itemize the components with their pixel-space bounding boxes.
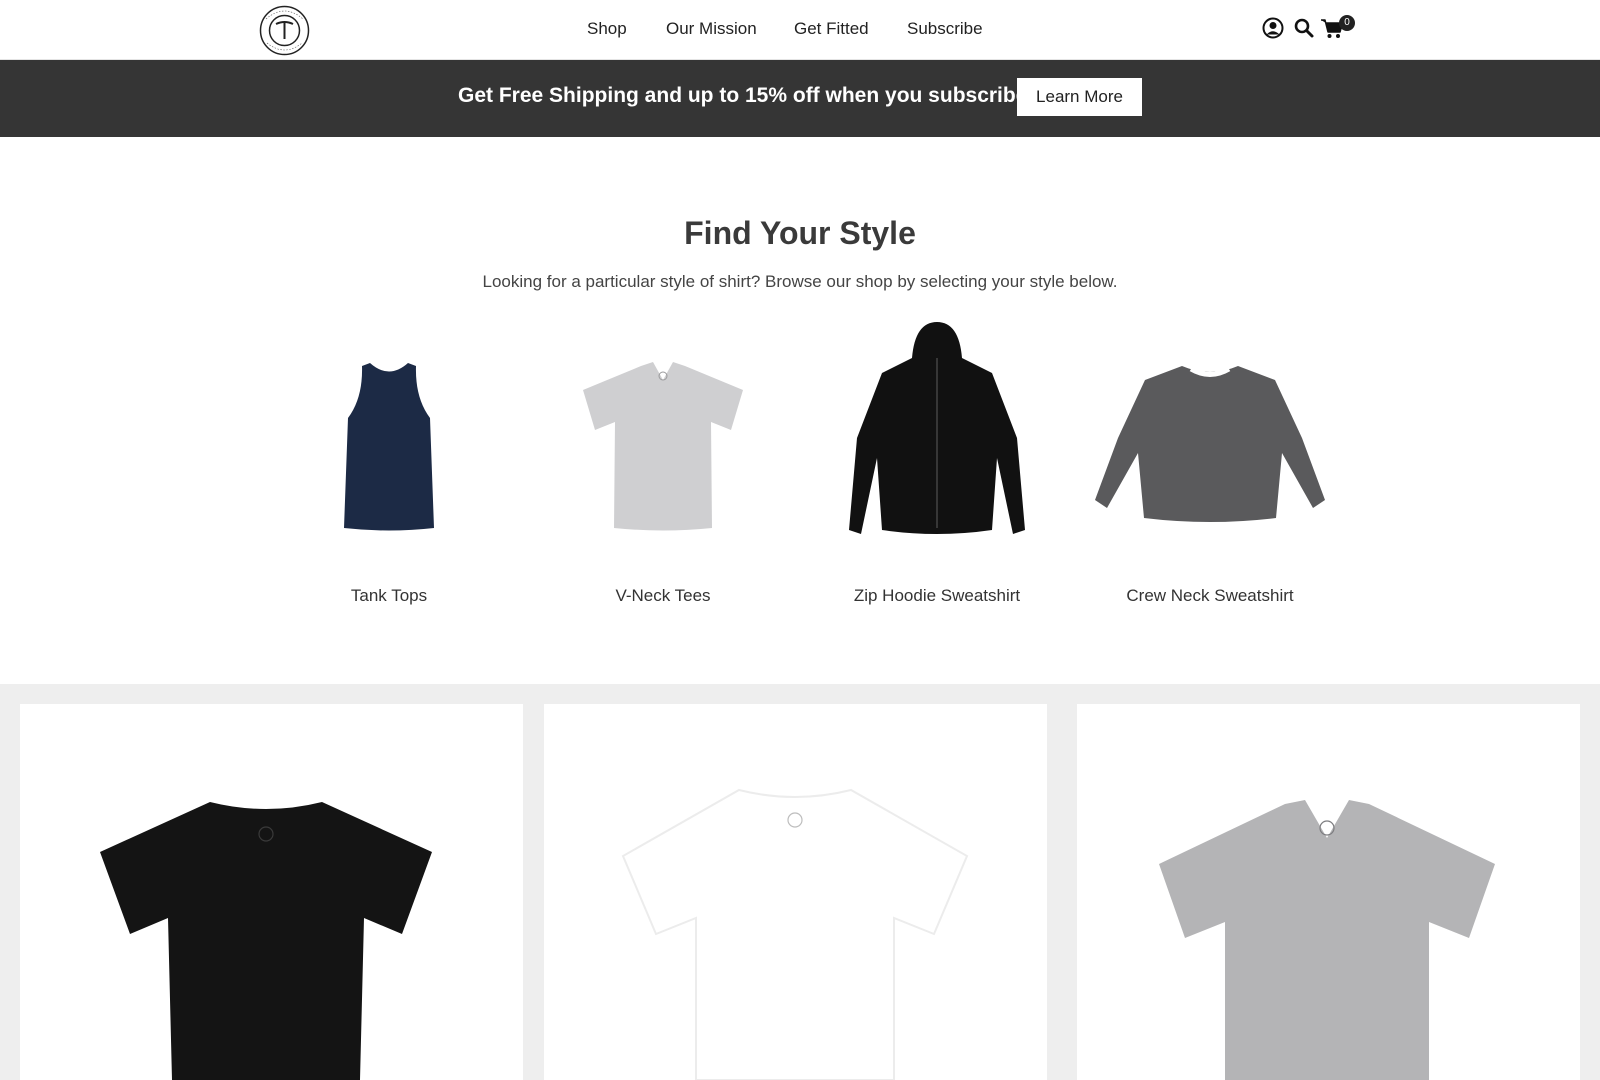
nav-our-mission[interactable]: Our Mission: [666, 19, 757, 39]
style-card-v-neck-tees[interactable]: V-Neck Tees: [533, 318, 793, 618]
product-card-black-tee[interactable]: [20, 704, 523, 1080]
cart-count-badge: 0: [1339, 15, 1355, 31]
v-neck-tee-image: [583, 362, 743, 531]
nav-shop[interactable]: Shop: [587, 19, 627, 39]
product-card-white-tee[interactable]: [544, 704, 1047, 1080]
nav-get-fitted[interactable]: Get Fitted: [794, 19, 869, 39]
product-card-grey-vneck-tee[interactable]: [1077, 704, 1580, 1080]
learn-more-button[interactable]: Learn More: [1017, 78, 1142, 116]
style-card-tank-tops[interactable]: Tank Tops: [259, 318, 519, 618]
style-label: V-Neck Tees: [615, 586, 711, 605]
nav-subscribe[interactable]: Subscribe: [907, 19, 983, 39]
style-label: Tank Tops: [350, 586, 428, 605]
black-tee-image: [100, 802, 432, 1080]
search-icon[interactable]: [1293, 17, 1315, 39]
grey-vneck-tee-image: [1159, 800, 1495, 1080]
promo-text: Get Free Shipping and up to 15% off when…: [458, 84, 1028, 107]
style-label: Zip Hoodie Sweatshirt: [853, 586, 1021, 605]
section-subtitle: Looking for a particular style of shirt?…: [482, 272, 1118, 291]
crew-neck-sweatshirt-image: [1095, 366, 1325, 522]
style-card-zip-hoodie[interactable]: Zip Hoodie Sweatshirt: [807, 318, 1067, 618]
white-tee-image: [621, 788, 969, 1080]
style-label: Crew Neck Sweatshirt: [1126, 586, 1294, 605]
section-title: Find Your Style: [684, 215, 916, 251]
user-circle-icon[interactable]: [1262, 17, 1284, 39]
tank-top-image: [344, 363, 434, 531]
zip-hoodie-image: [849, 322, 1025, 534]
main-nav: Shop Our Mission Get Fitted Subscribe: [0, 0, 1600, 60]
promo-banner: Get Free Shipping and up to 15% off when…: [0, 60, 1600, 137]
style-card-crew-neck-sweatshirt[interactable]: Crew Neck Sweatshirt: [1080, 318, 1340, 618]
site-header: Shop Our Mission Get Fitted Subscribe 0: [0, 0, 1600, 60]
